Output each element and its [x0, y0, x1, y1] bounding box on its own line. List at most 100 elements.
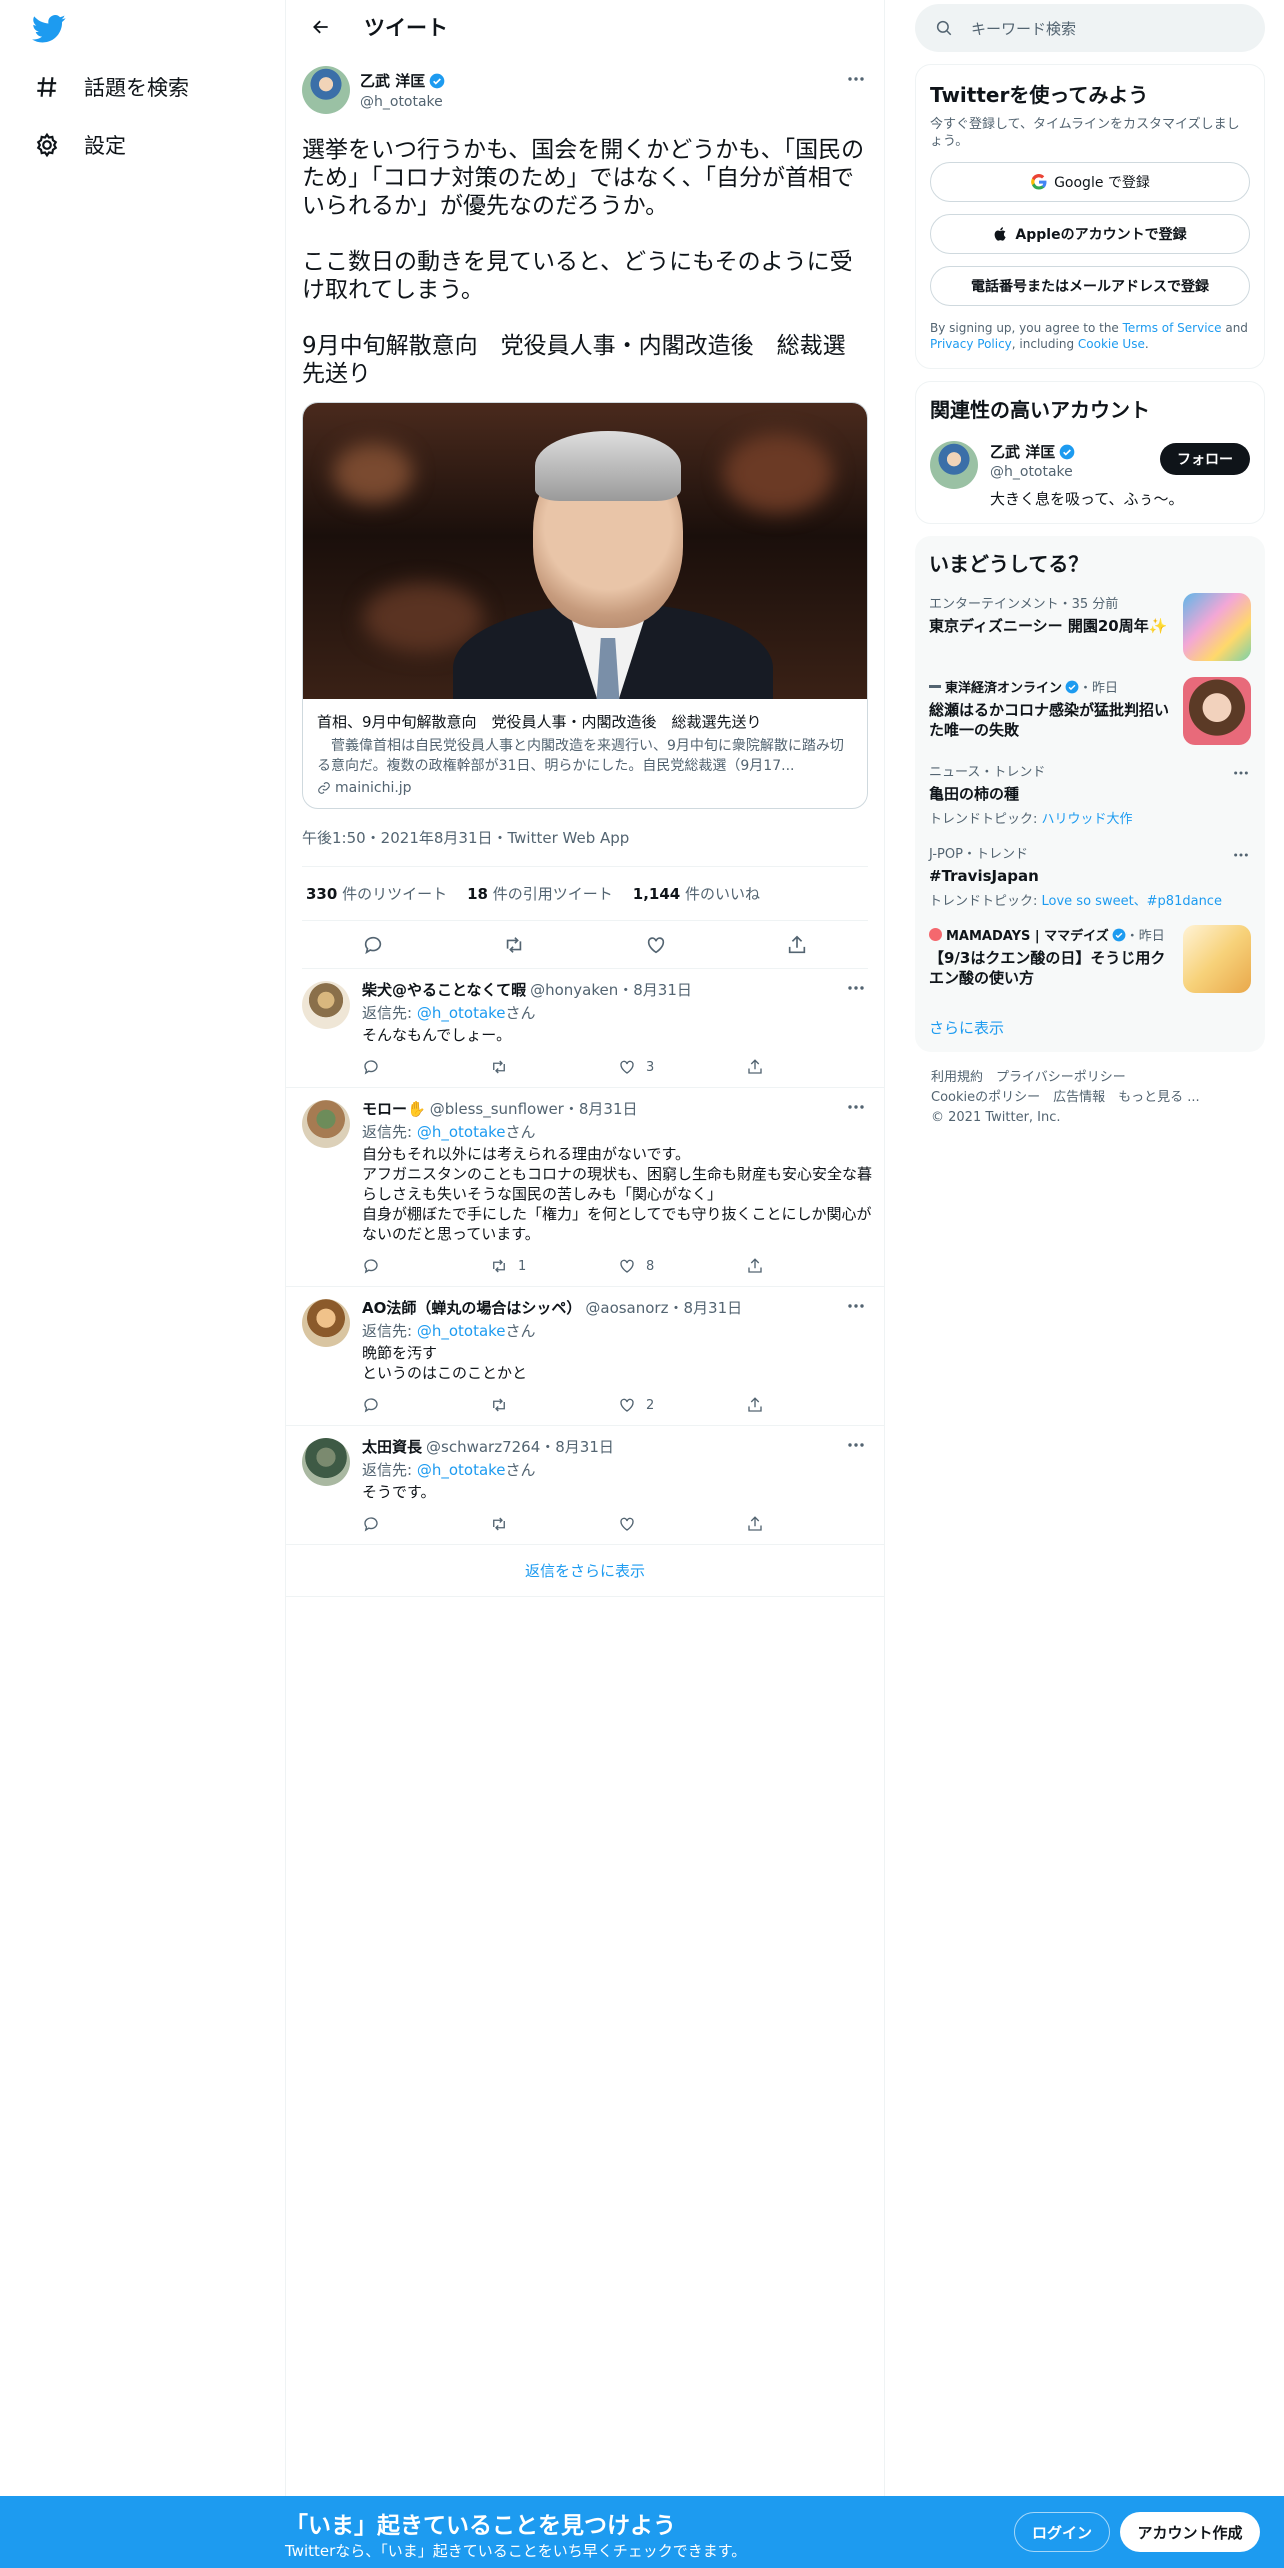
reply-author-handle[interactable]: @bless_sunflower: [430, 1100, 564, 1118]
main-column: ツイート 乙武 洋匡 @h_ototake 選挙をいつ行うかも、国会を開くかどう…: [285, 0, 885, 2568]
trend-context: 東洋経済オンライン: [945, 681, 1063, 696]
trend-name: 亀田の柿の種: [929, 785, 1020, 803]
footer-line[interactable]: Cookieのポリシー 広告情報 もっと見る ...: [931, 1088, 1249, 1108]
reply-retweet-button[interactable]: [490, 1058, 618, 1076]
avatar[interactable]: [302, 1299, 350, 1347]
more-options-icon[interactable]: [844, 1098, 868, 1116]
reply-to-link[interactable]: @h_ototake: [417, 1123, 506, 1141]
more-options-icon[interactable]: [844, 70, 868, 88]
author-handle[interactable]: @h_ototake: [360, 94, 445, 110]
author-name[interactable]: 乙武 洋匡: [360, 70, 425, 91]
show-more-replies-link[interactable]: 返信をさらに表示: [286, 1545, 884, 1597]
reply-tweet[interactable]: AO法師（蝉丸の場合はシッペ） @aosanorz ・8月31日 返信先: @h_o…: [286, 1287, 884, 1426]
reply-retweet-button[interactable]: 1: [490, 1257, 618, 1275]
create-account-button[interactable]: アカウント作成: [1120, 2512, 1260, 2552]
reply-like-button[interactable]: [618, 1515, 746, 1533]
reply-share-button[interactable]: [746, 1058, 874, 1076]
avatar[interactable]: [302, 66, 350, 114]
reply-date[interactable]: ・8月31日: [668, 1297, 742, 1318]
avatar[interactable]: [930, 441, 978, 489]
nav-item-settings[interactable]: 設定: [30, 120, 126, 170]
reply-date[interactable]: ・8月31日: [618, 979, 692, 1000]
reply-reply-button[interactable]: [362, 1396, 490, 1414]
trend-topic-link[interactable]: Love so sweet、#p81dance: [1042, 894, 1222, 909]
reply-author-handle[interactable]: @aosanorz: [585, 1299, 668, 1317]
reply-author-handle[interactable]: @honyaken: [530, 981, 618, 999]
twitter-logo-icon[interactable]: [32, 14, 66, 44]
reply-share-button[interactable]: [746, 1515, 874, 1533]
reply-date[interactable]: ・8月31日: [564, 1098, 638, 1119]
like-icon: [620, 1259, 634, 1273]
more-options-icon[interactable]: [1233, 843, 1249, 862]
share-icon[interactable]: [780, 928, 814, 962]
apple-signup-button[interactable]: Appleのアカウントで登録: [930, 214, 1250, 254]
related-account-bio: 大きく息を吸って、ふぅ〜。: [990, 490, 1184, 508]
reply-retweet-button[interactable]: [490, 1515, 618, 1533]
more-options-icon[interactable]: [1233, 761, 1249, 780]
reply-tweet[interactable]: 柴犬@やることなくて暇 @honyaken ・8月31日 返信先: @h_otota…: [286, 969, 884, 1088]
reply-author-handle[interactable]: @schwarz7264: [426, 1438, 540, 1456]
retweet-icon[interactable]: [497, 928, 531, 962]
trend-topic-link[interactable]: ハリウッド大作: [1042, 812, 1133, 827]
google-signup-button[interactable]: Google で登録: [930, 162, 1250, 202]
retweet-stat[interactable]: 330 件のリツイート: [306, 883, 447, 904]
cookie-use-link[interactable]: Cookie Use: [1078, 337, 1145, 351]
reply-author-name[interactable]: 柴犬@やることなくて暇: [362, 979, 526, 1000]
reply-like-button[interactable]: 3: [618, 1058, 746, 1076]
trend-context: MAMADAYS | ママデイズ: [946, 929, 1109, 944]
gear-icon: [30, 128, 64, 162]
tweet-timestamp[interactable]: 午後1:50・2021年8月31日・Twitter Web App: [302, 809, 868, 867]
reply-reply-button[interactable]: [362, 1257, 490, 1275]
reply-to-link[interactable]: @h_ototake: [417, 1461, 506, 1479]
avatar[interactable]: [302, 1100, 350, 1148]
reply-tweet[interactable]: 太田資長 @schwarz7264 ・8月31日 返信先: @h_ototakeさん…: [286, 1426, 884, 1545]
login-button[interactable]: ログイン: [1014, 2512, 1110, 2552]
phone-email-signup-button[interactable]: 電話番号またはメールアドレスで登録: [930, 266, 1250, 306]
reply-author-name[interactable]: 太田資長: [362, 1436, 422, 1457]
more-options-icon[interactable]: [844, 979, 868, 997]
reply-reply-button[interactable]: [362, 1058, 490, 1076]
reply-tweet[interactable]: モロー✋ @bless_sunflower ・8月31日 返信先: @h_otota…: [286, 1088, 884, 1287]
trend-item[interactable]: MAMADAYS | ママデイズ ・昨日 【9/3はクエン酸の日】そうじ用クエン酸…: [929, 925, 1251, 993]
more-options-icon[interactable]: [844, 1297, 868, 1315]
link-card[interactable]: 首相、9月中旬解散意向 党役員人事・内閣改造後 総裁選先送り 菅義偉首相は自民党…: [302, 402, 868, 809]
trend-item[interactable]: エンターテインメント・35 分前 東京ディズニーシー 開園20周年✨: [929, 593, 1251, 661]
apple-icon: [993, 225, 1009, 243]
reply-date[interactable]: ・8月31日: [540, 1436, 614, 1457]
related-account-name[interactable]: 乙武 洋匡: [990, 441, 1055, 462]
reply-icon[interactable]: [356, 928, 390, 962]
trend-item[interactable]: ニュース・トレンド 亀田の柿の種 トレンドトピック: ハリウッド大作: [929, 761, 1251, 827]
reply-text: 晩節を汚す というのはこのことかと: [362, 1344, 528, 1382]
like-icon: [620, 1398, 634, 1412]
trend-item[interactable]: J-POP・トレンド #TravisJapan トレンドトピック: Love s…: [929, 843, 1251, 909]
privacy-policy-link[interactable]: Privacy Policy: [930, 337, 1012, 351]
follow-button[interactable]: フォロー: [1160, 443, 1250, 475]
reply-share-button[interactable]: [746, 1396, 874, 1414]
reply-author-name[interactable]: AO法師（蝉丸の場合はシッペ）: [362, 1297, 581, 1318]
reply-to-link[interactable]: @h_ototake: [417, 1004, 506, 1022]
like-icon[interactable]: [639, 928, 673, 962]
quote-stat[interactable]: 18 件の引用ツイート: [467, 883, 613, 904]
avatar[interactable]: [302, 981, 350, 1029]
show-more-trends-link[interactable]: さらに表示: [929, 1017, 1251, 1038]
more-options-icon[interactable]: [844, 1436, 868, 1454]
related-account[interactable]: 乙武 洋匡 @h_ototake 大きく息を吸って、ふぅ〜。 フォロー: [930, 441, 1250, 509]
terms-of-service-link[interactable]: Terms of Service: [1123, 321, 1222, 335]
trend-item[interactable]: 東洋経済オンライン ・昨日 総瀬はるかコロナ感染が猛批判招いた唯一の失敗: [929, 677, 1251, 745]
reply-author-name[interactable]: モロー✋: [362, 1098, 426, 1119]
reply-like-button[interactable]: 8: [618, 1257, 746, 1275]
reply-like-button[interactable]: 2: [618, 1396, 746, 1414]
back-arrow-icon[interactable]: [304, 10, 338, 44]
like-stat[interactable]: 1,144 件のいいね: [633, 883, 760, 904]
reply-reply-button[interactable]: [362, 1515, 490, 1533]
reply-retweet-button[interactable]: [490, 1396, 618, 1414]
reply-share-button[interactable]: [746, 1257, 874, 1275]
publisher-logo-icon: [929, 928, 942, 941]
nav-item-explore[interactable]: 話題を検索: [30, 62, 189, 112]
avatar[interactable]: [302, 1438, 350, 1486]
related-account-handle[interactable]: @h_ototake: [990, 464, 1184, 480]
search-input[interactable]: キーワード検索: [915, 4, 1265, 52]
verified-badge-icon: [1065, 680, 1079, 694]
footer-line[interactable]: 利用規約 プライバシーポリシー: [931, 1068, 1249, 1088]
reply-to-link[interactable]: @h_ototake: [417, 1322, 506, 1340]
